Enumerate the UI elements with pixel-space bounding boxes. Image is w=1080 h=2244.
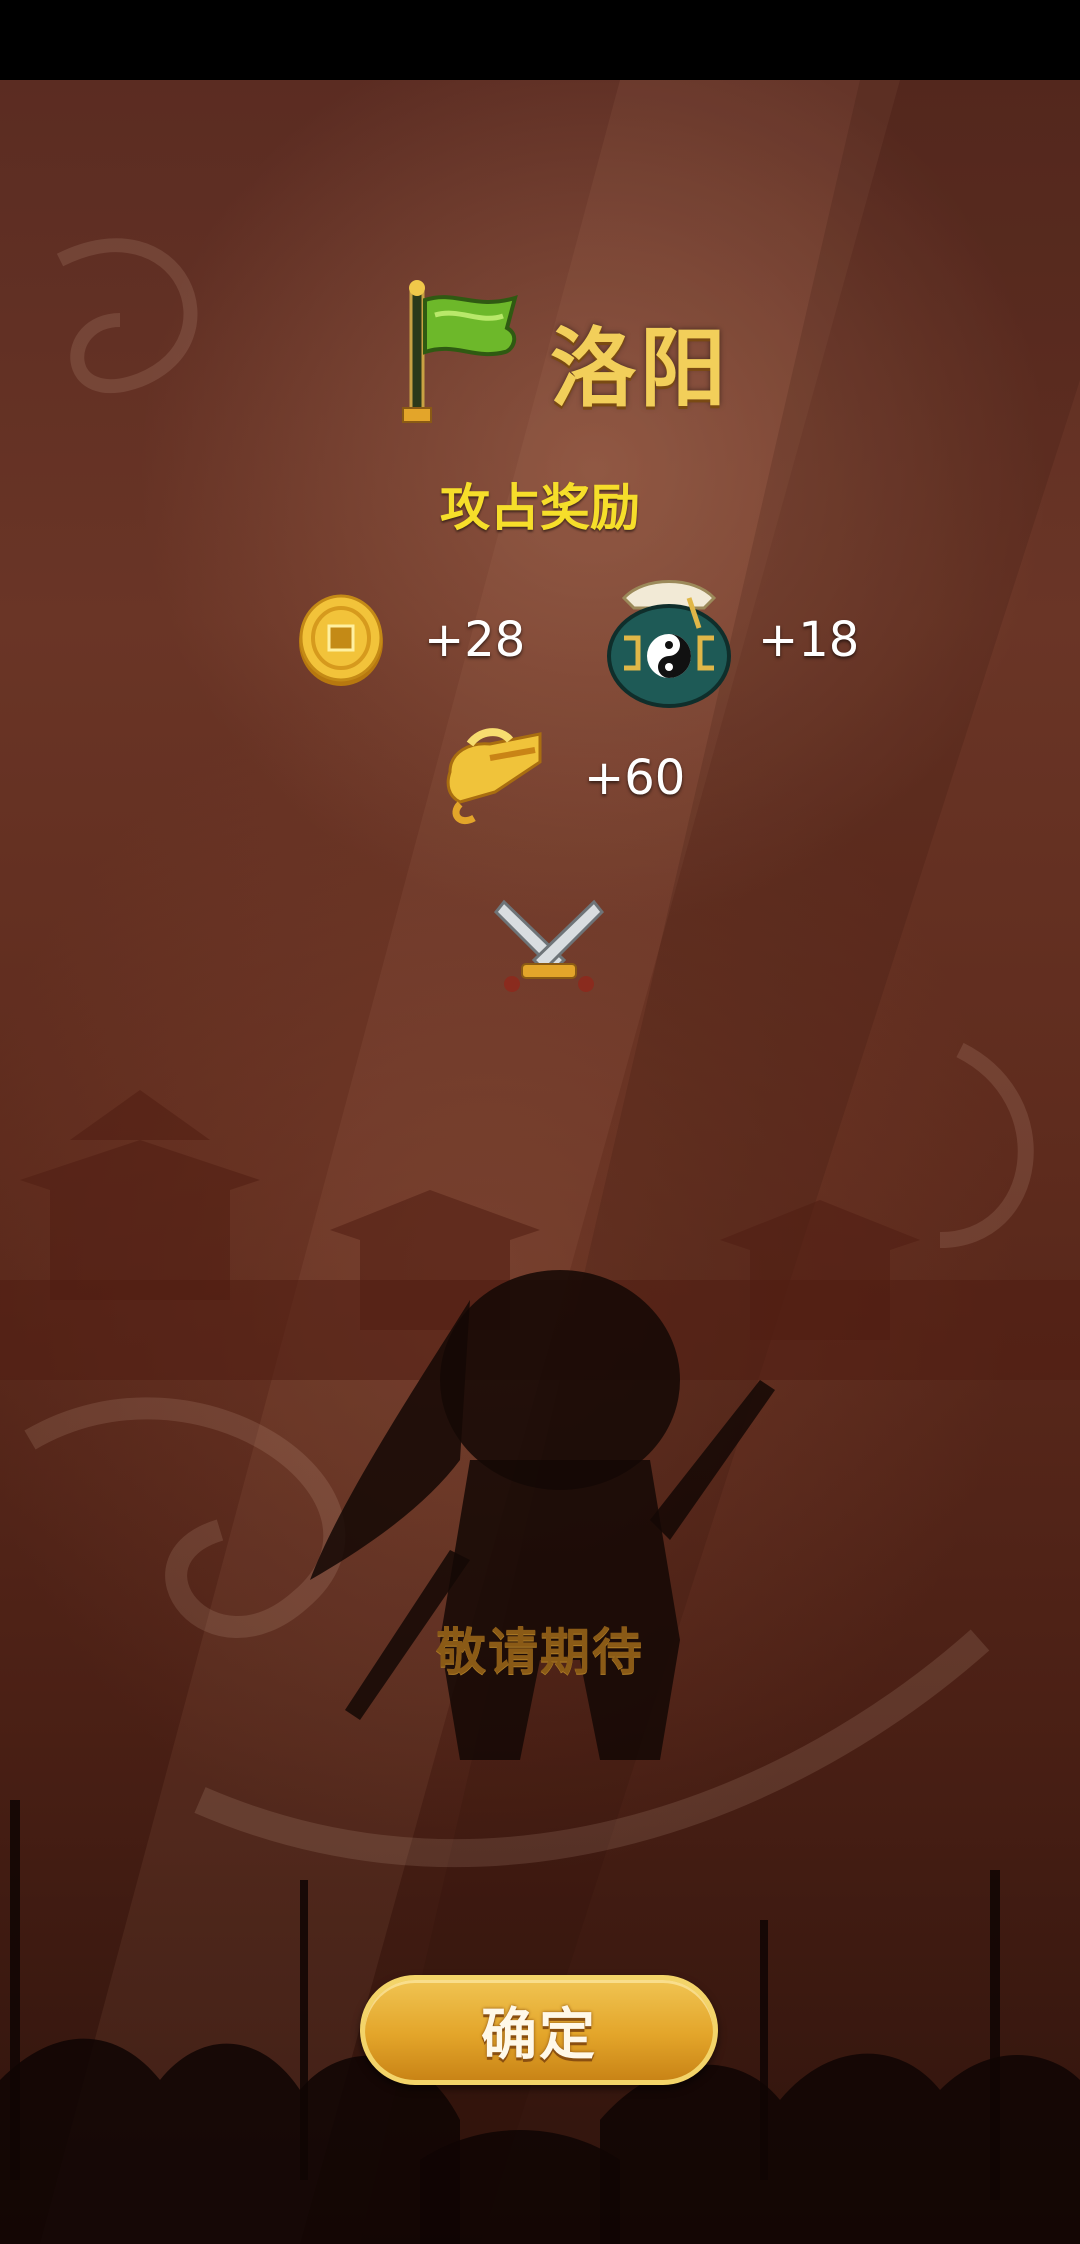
reward-amount: +60 bbox=[584, 750, 686, 806]
crossed-swords-icon bbox=[494, 899, 604, 992]
reward-item-ingot: +60 bbox=[440, 722, 700, 852]
green-flag-icon bbox=[402, 280, 518, 423]
gold-ingot-icon bbox=[446, 728, 542, 825]
reward-amount: +28 bbox=[424, 612, 526, 668]
reward-amount: +18 bbox=[758, 612, 860, 668]
coming-soon-text: 敬请期待 bbox=[436, 1623, 644, 1681]
reward-item-jar: +18 bbox=[604, 568, 864, 708]
gold-coin-icon bbox=[299, 594, 383, 686]
city-name: 洛阳 bbox=[550, 319, 730, 419]
status-bar bbox=[0, 0, 1080, 80]
confirm-button-label: 确定 bbox=[481, 2002, 597, 2068]
taiji-jar-icon bbox=[607, 580, 731, 708]
reward-title: 攻占奖励 bbox=[440, 479, 640, 537]
confirm-button[interactable]: 确定 bbox=[360, 1975, 718, 2085]
reward-item-coin: +28 bbox=[296, 590, 536, 720]
city-header: 洛阳 bbox=[395, 280, 735, 430]
